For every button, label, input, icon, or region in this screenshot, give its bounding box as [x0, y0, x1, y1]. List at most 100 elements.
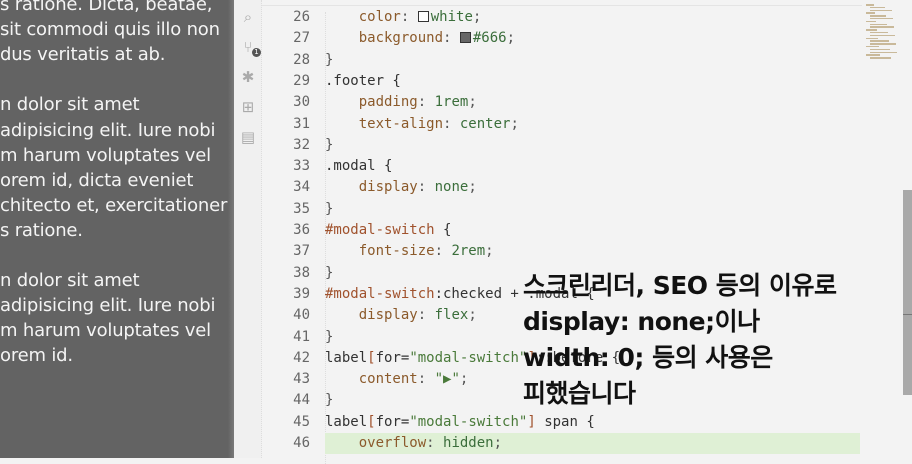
code-token: :	[400, 9, 418, 25]
code-text: }	[325, 135, 333, 156]
code-token: [	[367, 349, 376, 366]
preview-text-line: orem id.	[0, 345, 73, 367]
code-token: for=	[375, 349, 410, 366]
code-line[interactable]: 31 text-align: center;	[262, 114, 862, 135]
line-number: 26	[293, 9, 310, 25]
code-token: span {	[535, 413, 595, 430]
minimap-line	[866, 4, 874, 6]
code-line[interactable]: 26 color: white;	[262, 7, 862, 28]
extensions-icon[interactable]: ⊞	[239, 98, 257, 116]
code-text: padding: 1rem;	[325, 92, 477, 113]
code-text: background: #666;	[325, 28, 515, 49]
minimap-line	[866, 37, 878, 40]
code-token: white	[430, 9, 473, 25]
code-line[interactable]: 46 overflow: hidden;	[262, 433, 862, 455]
code-line[interactable]: 27 background: #666;	[262, 28, 862, 49]
code-token: flex	[434, 307, 469, 324]
line-number: 34	[293, 179, 310, 196]
minimap-line	[866, 12, 875, 14]
subtitle-caption: 스크린리더, SEO 등의 이유로 display: none;이나 width: …	[523, 268, 837, 412]
code-token: none	[434, 179, 469, 196]
line-number: 27	[293, 30, 310, 47]
code-token: label	[325, 413, 368, 430]
source-control-icon[interactable]: ⑂ 1	[239, 38, 261, 57]
code-line[interactable]: 36 #modal-switch {	[262, 220, 862, 241]
code-line[interactable]: 34 display: none;	[262, 177, 862, 198]
code-line[interactable]: 37 font-size: 2rem;	[262, 241, 862, 262]
code-text: }	[325, 327, 333, 348]
code-line[interactable]: 30 padding: 1rem;	[262, 92, 862, 113]
code-token: ;	[468, 94, 477, 111]
minimap-line	[870, 57, 891, 59]
line-number: 37	[293, 243, 310, 260]
line-number: 41	[293, 328, 310, 345]
code-token: }	[325, 200, 334, 217]
editor-scrollbar[interactable]	[903, 190, 912, 395]
line-number: 40	[293, 307, 310, 324]
preview-text-line: m harum voluptates vel	[0, 320, 211, 342]
minimap[interactable]	[866, 4, 898, 64]
code-token: ]	[527, 413, 536, 430]
color-swatch[interactable]	[417, 11, 429, 22]
code-line[interactable]: 29 .footer {	[262, 71, 862, 92]
minimap-line	[866, 29, 877, 31]
code-token: ;	[459, 371, 469, 388]
code-text: }	[325, 263, 333, 284]
code-token: .footer {	[325, 72, 401, 89]
code-token: text-align	[358, 115, 444, 132]
line-number: 33	[293, 158, 310, 175]
code-text: text-align: center;	[325, 114, 519, 135]
line-number: 31	[293, 115, 310, 132]
document-icon[interactable]: ▤	[239, 128, 257, 146]
minimap-line	[866, 54, 880, 56]
preview-text-line: sit commodi quis illo non	[0, 19, 220, 41]
code-token: #modal-switch	[325, 222, 435, 238]
line-number: 36	[293, 222, 310, 238]
debug-icon[interactable]: ✱	[239, 68, 257, 86]
search-icon[interactable]: ⌕	[239, 8, 257, 26]
preview-text-line: adipisicing elit. Iure nobi	[0, 295, 216, 317]
minimap-line	[870, 23, 887, 26]
preview-text-line: adipisicing elit. Iure nobi	[0, 119, 216, 141]
code-token: ;	[485, 243, 494, 260]
line-number: 42	[293, 349, 310, 366]
code-line[interactable]: 35}	[262, 199, 862, 220]
code-text: display: flex;	[325, 305, 477, 326]
preview-text-line: orem id, dicta eveniet	[0, 169, 194, 191]
code-text: .footer {	[325, 71, 401, 92]
color-swatch[interactable]	[459, 32, 471, 44]
minimap-line	[870, 43, 896, 45]
code-token: "modal-switch"	[409, 413, 528, 430]
code-token: :	[443, 115, 460, 132]
code-line[interactable]: 45 label[for="modal-switch"] span {	[262, 412, 862, 433]
line-number: 30	[293, 94, 310, 111]
code-token: ;	[506, 30, 516, 47]
code-token: }	[325, 264, 334, 281]
code-line[interactable]: 28}	[262, 50, 862, 71]
source-control-badge: 1	[252, 48, 261, 57]
code-token: }	[325, 51, 334, 68]
caption-line: 스크린리더, SEO 등의 이유로	[523, 271, 837, 300]
code-token: 2rem	[451, 243, 486, 260]
code-token: background	[358, 30, 444, 47]
code-token: #modal-switch	[325, 285, 435, 302]
code-token: ;	[493, 435, 503, 451]
code-token: }	[325, 392, 334, 409]
code-text: color: white;	[325, 7, 482, 28]
line-number: 28	[293, 51, 310, 68]
code-text: font-size: 2rem;	[325, 241, 494, 262]
code-line[interactable]: 32}	[262, 135, 862, 156]
code-token: :	[417, 371, 435, 388]
minimap-line	[866, 20, 876, 23]
code-line[interactable]: 33 .modal {	[262, 156, 862, 177]
minimap-line	[870, 9, 892, 12]
line-number: 46	[293, 435, 310, 451]
code-token: content	[358, 371, 418, 388]
